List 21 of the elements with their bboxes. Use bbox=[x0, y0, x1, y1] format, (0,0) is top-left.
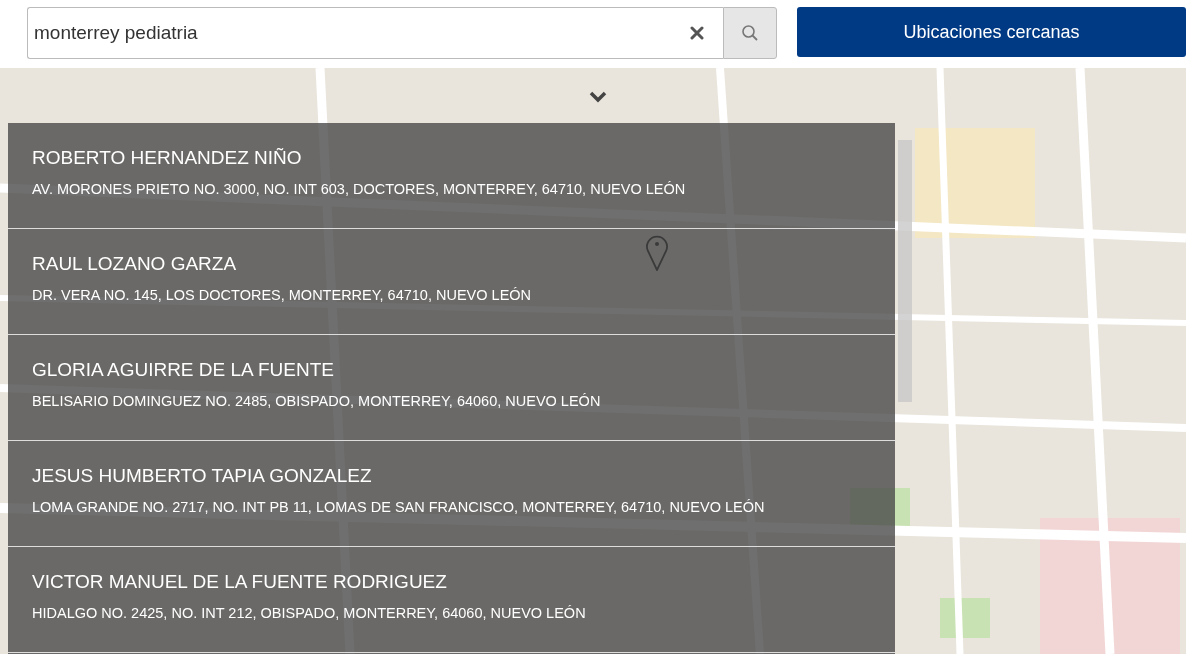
doctor-address: BELISARIO DOMINGUEZ NO. 2485, OBISPADO, MONTERREY, 64060, NUEVO LEÓN bbox=[32, 393, 602, 409]
doctor-name: JESUS HUMBERTO TAPIA GONZALEZ bbox=[32, 465, 373, 487]
doctor-address: DR. VERA NO. 145, LOS DOCTORES, MONTERREY, 64710, NUEVO LEÓN bbox=[32, 287, 533, 303]
search-field[interactable]: monterrey pediatria bbox=[27, 7, 723, 59]
chevron-down-icon[interactable] bbox=[589, 91, 607, 103]
doctor-name: ROBERTO HERNANDEZ NIÑO bbox=[32, 147, 303, 169]
doctor-address: AV. MORONES PRIETO NO. 3000, NO. INT 603, DOCTORES, MONTERREY, 64710, NUEVO LEÓN bbox=[32, 181, 687, 197]
clear-icon[interactable] bbox=[690, 26, 704, 40]
result-item[interactable]: GLORIA AGUIRRE DE LA FUENTE BELISARIO DOMINGUEZ NO. 2485, OBISPADO, MONTERREY, 64060, NUEVO LEÓN bbox=[8, 335, 895, 441]
result-item[interactable]: RAUL LOZANO GARZA DR. VERA NO. 145, LOS DOCTORES, MONTERREY, 64710, NUEVO LEÓN bbox=[8, 229, 895, 335]
result-item[interactable]: VICTOR MANUEL DE LA FUENTE RODRIGUEZ HIDALGO NO. 2425, NO. INT 212, OBISPADO, MONTERREY, 64060, NUEVO LEÓN bbox=[8, 547, 895, 653]
doctor-address: HIDALGO NO. 2425, NO. INT 212, OBISPADO, MONTERREY, 64060, NUEVO LEÓN bbox=[32, 605, 587, 621]
doctor-name: VICTOR MANUEL DE LA FUENTE RODRIGUEZ bbox=[32, 571, 448, 593]
nearby-locations-button[interactable]: Ubicaciones cercanas bbox=[797, 7, 1186, 57]
doctor-name: GLORIA AGUIRRE DE LA FUENTE bbox=[32, 359, 335, 381]
result-item[interactable]: ROBERTO HERNANDEZ NIÑO AV. MORONES PRIETO NO. 3000, NO. INT 603, DOCTORES, MONTERREY, 64710, NUEVO LEÓN bbox=[8, 123, 895, 229]
result-item[interactable]: JESUS HUMBERTO TAPIA GONZALEZ LOMA GRANDE NO. 2717, NO. INT PB 11, LOMAS DE SAN FRANCISCO, MONTERREY, 64710, NUEVO LEÓN bbox=[8, 441, 895, 547]
doctor-name: RAUL LOZANO GARZA bbox=[32, 253, 238, 275]
search-icon bbox=[741, 24, 759, 42]
scrollbar[interactable] bbox=[898, 140, 912, 402]
doctor-address: LOMA GRANDE NO. 2717, NO. INT PB 11, LOMAS DE SAN FRANCISCO, MONTERREY, 64710, NUEVO LEÓN bbox=[32, 499, 766, 515]
